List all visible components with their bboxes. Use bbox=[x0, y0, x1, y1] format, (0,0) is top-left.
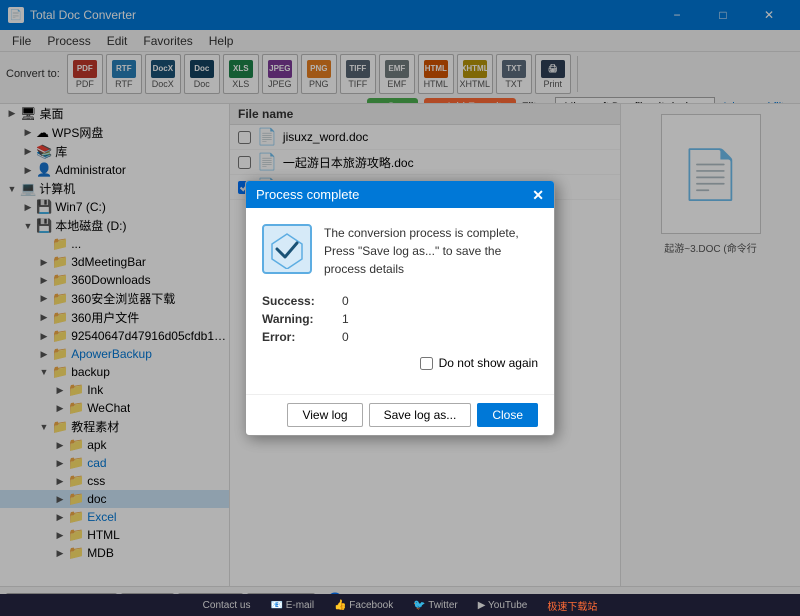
modal-stats: Success: 0 Warning: 1 Error: 0 bbox=[262, 294, 538, 344]
modal-title-bar: Process complete ✕ bbox=[246, 181, 554, 208]
contact-us-text: Contact us bbox=[203, 600, 251, 611]
modal-footer: View log Save log as... Close bbox=[246, 394, 554, 435]
error-label: Error: bbox=[262, 330, 342, 344]
warning-stat-row: Warning: 1 bbox=[262, 312, 538, 326]
success-label: Success: bbox=[262, 294, 342, 308]
modal-message: The conversion process is complete, Pres… bbox=[324, 224, 538, 278]
view-log-button[interactable]: View log bbox=[287, 403, 362, 427]
twitter-text: 🐦 Twitter bbox=[413, 600, 458, 611]
success-value: 0 bbox=[342, 294, 349, 308]
success-stat-row: Success: 0 bbox=[262, 294, 538, 308]
save-log-button[interactable]: Save log as... bbox=[369, 403, 472, 427]
modal-header-row: The conversion process is complete, Pres… bbox=[262, 224, 538, 278]
modal-overlay: Process complete ✕ The conversion proces… bbox=[0, 0, 800, 616]
modal-close-ok-button[interactable]: Close bbox=[477, 403, 538, 427]
youtube-text: ▶ YouTube bbox=[478, 600, 528, 611]
watermark-bar: Contact us 📧 E-mail 👍 Facebook 🐦 Twitter… bbox=[0, 594, 800, 616]
modal-title: Process complete bbox=[256, 187, 359, 202]
dont-show-row: Do not show again bbox=[262, 356, 538, 370]
facebook-text: 👍 Facebook bbox=[334, 600, 393, 611]
brand-text: 极速下载站 bbox=[547, 598, 597, 613]
modal-body: The conversion process is complete, Pres… bbox=[246, 208, 554, 394]
process-complete-modal: Process complete ✕ The conversion proces… bbox=[245, 180, 555, 436]
email-text: 📧 E-mail bbox=[270, 600, 314, 611]
modal-close-button[interactable]: ✕ bbox=[532, 188, 544, 202]
dont-show-label: Do not show again bbox=[439, 356, 538, 370]
error-value: 0 bbox=[342, 330, 349, 344]
checkmark-svg bbox=[267, 229, 307, 269]
dont-show-checkbox[interactable] bbox=[420, 357, 433, 370]
modal-success-icon bbox=[262, 224, 312, 274]
error-stat-row: Error: 0 bbox=[262, 330, 538, 344]
warning-value: 1 bbox=[342, 312, 349, 326]
warning-label: Warning: bbox=[262, 312, 342, 326]
